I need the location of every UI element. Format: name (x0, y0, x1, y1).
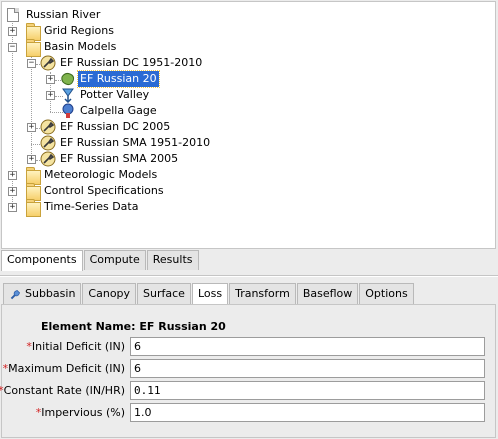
tree-item-label: Meteorologic Models (44, 168, 158, 181)
collapse-minus-icon[interactable]: − (8, 43, 17, 52)
junction-icon (62, 103, 74, 118)
element-name-row: Element Name: EF Russian 20 (41, 320, 226, 333)
tab-surface[interactable]: Surface (137, 283, 191, 304)
main-tab-strip: Components Compute Results (1, 250, 200, 271)
tree-item-label: EF Russian SMA 2005 (60, 152, 179, 165)
tree-item-basin-model[interactable]: EF Russian SMA 1951-2010 (25, 135, 245, 151)
tree-item-meteorologic-models[interactable]: + Meteorologic Models (6, 167, 206, 185)
tree-item-source[interactable]: + Potter Valley (44, 87, 244, 103)
field-label-text: Impervious (%) (41, 406, 125, 419)
element-name-value: EF Russian 20 (139, 320, 226, 333)
tree-item-label: EF Russian DC 1951-2010 (60, 56, 203, 69)
field-label-text: Maximum Deficit (IN) (8, 362, 125, 375)
constant-rate-input[interactable]: 0.11 (130, 381, 485, 400)
tree-item-label: Basin Models (44, 40, 117, 53)
tab-loss[interactable]: Loss (191, 283, 229, 304)
tree-item-label: Grid Regions (44, 24, 114, 37)
subbasin-icon (61, 72, 75, 86)
constant-rate-label: *Constant Rate (IN/HR) (0, 384, 125, 397)
tree-item-control-specifications[interactable]: + Control Specifications (6, 183, 206, 201)
tree-item-label: Potter Valley (80, 88, 150, 101)
tree-item-grid-regions[interactable]: + Grid Regions (6, 23, 206, 41)
tree-item-label: Control Specifications (44, 184, 164, 197)
maximum-deficit-input[interactable]: 6 (130, 359, 485, 378)
expand-plus-icon[interactable]: + (8, 187, 17, 196)
tree-item-label: Time-Series Data (44, 200, 139, 213)
collapse-minus-icon[interactable]: − (27, 59, 36, 68)
component-tree[interactable]: Russian River + Grid Regions − Basin Mod… (1, 1, 496, 249)
field-label-text: Constant Rate (IN/HR) (3, 384, 125, 397)
tree-item-label: Calpella Gage (80, 104, 157, 117)
expand-plus-icon[interactable]: + (8, 203, 17, 212)
expand-plus-icon[interactable]: + (46, 75, 55, 84)
source-icon (62, 88, 74, 103)
tab-subbasin[interactable]: Subbasin (3, 283, 82, 304)
tree-root[interactable]: Russian River (6, 7, 206, 23)
basin-model-icon (40, 151, 56, 167)
tree-item-time-series-data[interactable]: + Time-Series Data (6, 199, 206, 217)
tree-item-basin-models[interactable]: − Basin Models (6, 39, 206, 57)
expand-plus-icon[interactable]: + (46, 91, 55, 100)
tree-item-subbasin[interactable]: + EF Russian 20 (44, 70, 244, 88)
project-file-icon (7, 8, 19, 22)
basin-model-icon (40, 135, 56, 151)
folder-icon (26, 39, 41, 57)
element-tab-strip: Subbasin Canopy Surface Loss Transform B… (3, 283, 415, 304)
tree-item-label-selected: EF Russian 20 (77, 70, 160, 88)
tab-canopy[interactable]: Canopy (82, 283, 137, 304)
impervious-label: *Impervious (%) (36, 406, 125, 419)
tree-item-basin-model[interactable]: + EF Russian SMA 2005 (25, 151, 225, 167)
basin-model-icon (40, 55, 56, 71)
loss-properties-panel: Element Name: EF Russian 20 *Initial Def… (0, 304, 496, 438)
expand-plus-icon[interactable]: + (8, 171, 17, 180)
folder-icon (26, 183, 41, 201)
tree-root-label: Russian River (26, 8, 101, 21)
folder-icon (26, 199, 41, 217)
tree-item-label: EF Russian DC 2005 (60, 120, 171, 133)
tree-item-basin-model[interactable]: + EF Russian DC 2005 (25, 119, 225, 135)
impervious-input[interactable]: 1.0 (130, 403, 485, 422)
tab-transform[interactable]: Transform (229, 283, 296, 304)
folder-icon (26, 23, 41, 41)
tree-item-junction[interactable]: Calpella Gage (44, 103, 244, 119)
maximum-deficit-label: *Maximum Deficit (IN) (3, 362, 125, 375)
tab-results[interactable]: Results (146, 250, 199, 270)
field-label-text: Initial Deficit (IN) (31, 340, 125, 353)
split-divider[interactable] (0, 275, 498, 277)
expand-plus-icon[interactable]: + (27, 155, 36, 164)
basin-model-icon (40, 119, 56, 135)
tab-label: Subbasin (25, 287, 76, 300)
element-name-label: Element Name: (41, 320, 136, 333)
tab-compute[interactable]: Compute (83, 250, 146, 270)
wrench-icon (10, 289, 21, 299)
tab-options[interactable]: Options (359, 283, 414, 304)
tab-components[interactable]: Components (1, 250, 83, 271)
expand-plus-icon[interactable]: + (27, 123, 36, 132)
expand-plus-icon[interactable]: + (8, 27, 17, 36)
tab-baseflow[interactable]: Baseflow (296, 283, 359, 304)
folder-icon (26, 167, 41, 185)
initial-deficit-input[interactable]: 6 (130, 337, 485, 356)
tree-item-label: EF Russian SMA 1951-2010 (60, 136, 211, 149)
initial-deficit-label: *Initial Deficit (IN) (26, 340, 125, 353)
tree-item-basin-model[interactable]: − EF Russian DC 1951-2010 (25, 55, 225, 71)
